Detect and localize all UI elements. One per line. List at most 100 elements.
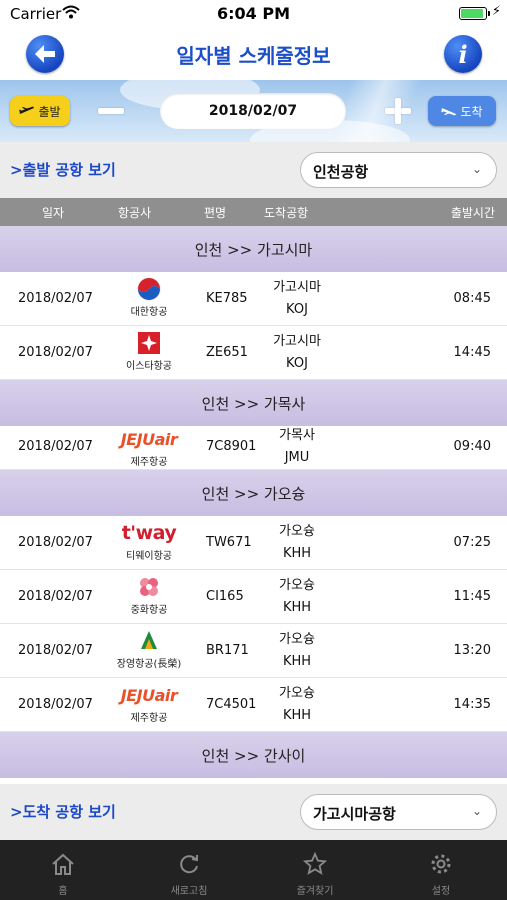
gear-icon — [431, 854, 451, 874]
tway-logo-icon: t'way — [121, 522, 177, 544]
flight-row[interactable]: 2018/02/07 장영항공(長榮) BR171 가오슝 KHH 13:20 — [0, 624, 507, 678]
flight-row[interactable]: 2018/02/07 중화항공 CI165 가오슝 KHH 11:45 — [0, 570, 507, 624]
route-group-header: 인천 >> 가오슝 — [0, 470, 507, 516]
flight-list[interactable]: 인천 >> 가고시마 2018/02/07 대한항공 KE785 가고시마 KOJ 08:4… — [0, 226, 507, 780]
flight-number: KE785 — [206, 291, 248, 306]
airline-name: 티웨이항공 — [126, 551, 172, 562]
tab-favorites-label: 즐겨찾기 — [296, 886, 334, 897]
home-icon — [52, 853, 74, 875]
destination-name: 가오슝 — [279, 686, 315, 701]
nav-header: 일자별 스케줄정보 i — [0, 28, 507, 80]
airline-cell: JEJUair 제주항공 — [104, 682, 194, 725]
column-airline: 항공사 — [118, 206, 152, 220]
flight-row[interactable]: JEJUair간사이 — [0, 778, 507, 780]
tab-settings[interactable]: 설정 — [378, 840, 504, 900]
flight-row[interactable]: 2018/02/07 JEJUair 제주항공 7C8901 가목사 JMU 09:40 — [0, 426, 507, 470]
chevron-down-icon: ⌄ — [471, 162, 482, 176]
battery-icon — [459, 7, 487, 20]
destination-cell: 가고시마 KOJ — [252, 331, 342, 375]
tab-home[interactable]: 홈 — [0, 840, 126, 900]
airline-cell: JEJUair 제주항공 — [104, 426, 194, 469]
column-date: 일자 — [42, 206, 65, 220]
info-button[interactable]: i — [444, 35, 482, 73]
flight-date: 2018/02/07 — [18, 439, 93, 454]
arrival-airport-value: 가고시마공항 — [313, 805, 396, 823]
airline-name: 대한항공 — [130, 307, 168, 318]
departure-airport-row: >출발 공항 보기 인천공항 ⌄ — [0, 142, 507, 198]
route-group-header: 인천 >> 간사이 — [0, 732, 507, 778]
destination-name: 가오슝 — [279, 578, 315, 593]
arrival-airport-select[interactable]: 가고시마공항 ⌄ — [300, 794, 497, 830]
departure-airport-select[interactable]: 인천공항 ⌄ — [300, 152, 497, 188]
flight-row[interactable]: 2018/02/07 t'way 티웨이항공 TW671 가오슝 KHH 07:25 — [0, 516, 507, 570]
destination-cell: 가오슝 KHH — [252, 629, 342, 673]
destination-code: KOJ — [286, 302, 308, 317]
status-bar: Carrier 6:04 PM ⚡ — [0, 0, 507, 28]
charging-icon: ⚡ — [491, 4, 501, 19]
destination-name: 가오슝 — [279, 524, 315, 539]
destination-code: KHH — [282, 546, 312, 561]
info-icon: i — [458, 39, 468, 69]
route-group-header: 인천 >> 가목사 — [0, 380, 507, 426]
plus-icon-vertical — [395, 98, 401, 124]
next-day-button[interactable] — [382, 95, 414, 127]
landing-icon — [441, 108, 457, 116]
flight-number: CI165 — [206, 589, 244, 604]
flight-date: 2018/02/07 — [18, 345, 93, 360]
previous-day-button[interactable] — [96, 97, 126, 125]
battery-tip — [488, 11, 490, 16]
flight-number: 7C8901 — [206, 439, 257, 454]
route-group-header: 인천 >> 가고시마 — [0, 226, 507, 272]
page-title: 일자별 스케줄정보 — [176, 44, 331, 68]
flight-row[interactable]: 2018/02/07 JEJUair 제주항공 7C4501 가오슝 KHH 14:35 — [0, 678, 507, 732]
flight-number: BR171 — [206, 643, 249, 658]
takeoff-icon — [19, 106, 35, 114]
tab-refresh-label: 새로고침 — [170, 886, 208, 897]
airline-cell: 이스타항공 — [104, 330, 194, 372]
clock: 6:04 PM — [216, 4, 290, 23]
refresh-icon — [180, 855, 198, 874]
tab-favorites[interactable]: 즐겨찾기 — [252, 840, 378, 900]
jejuair-logo-icon: JEJUair — [120, 685, 178, 705]
china-airlines-logo-icon — [140, 578, 158, 596]
depart-label: 출발 — [38, 104, 61, 119]
flight-number: 7C4501 — [206, 697, 257, 712]
date-banner: 출발 2018/02/07 도착 — [0, 80, 507, 142]
airline-cell: t'way 티웨이항공 — [104, 520, 194, 562]
destination-cell: 가목사 JMU — [252, 425, 342, 469]
destination-name: 가오슝 — [279, 632, 315, 647]
flight-date: 2018/02/07 — [18, 291, 93, 306]
departure-time: 09:40 — [453, 439, 491, 454]
departure-time: 14:35 — [453, 697, 491, 712]
departure-time: 13:20 — [453, 643, 491, 658]
column-arrival: 도착공항 — [264, 206, 309, 220]
departure-time: 07:25 — [453, 535, 491, 550]
destination-code: KHH — [282, 600, 312, 615]
destination-cell: 가오슝 KHH — [252, 683, 342, 727]
eastar-logo-icon — [138, 332, 160, 354]
destination-code: KHH — [282, 654, 312, 669]
airline-cell: 장영항공(長榮) — [104, 628, 194, 670]
tab-bar: 홈 새로고침 즐겨찾기 설정 — [0, 840, 507, 900]
flight-date: 2018/02/07 — [18, 535, 93, 550]
depart-button[interactable]: 출발 — [10, 96, 70, 126]
arrive-button[interactable]: 도착 — [428, 96, 496, 126]
flight-row[interactable]: 2018/02/07 대한항공 KE785 가고시마 KOJ 08:45 — [0, 272, 507, 326]
column-flight: 편명 — [204, 206, 227, 220]
flight-date: 2018/02/07 — [18, 589, 93, 604]
tab-home-label: 홈 — [58, 886, 68, 897]
tab-refresh[interactable]: 새로고침 — [126, 840, 252, 900]
destination-name: 가고시마 — [273, 334, 321, 349]
flight-row[interactable]: 2018/02/07 이스타항공 ZE651 가고시마 KOJ 14:45 — [0, 326, 507, 380]
destination-code: JMU — [284, 450, 310, 465]
flight-number: ZE651 — [206, 345, 248, 360]
jejuair-logo-icon: JEJUair — [120, 429, 178, 449]
departure-airport-label[interactable]: >출발 공항 보기 — [10, 159, 116, 180]
arrival-airport-label[interactable]: >도착 공항 보기 — [10, 801, 116, 822]
departure-time: 11:45 — [453, 589, 491, 604]
minus-icon — [98, 108, 124, 114]
eva-air-logo-icon — [141, 631, 157, 649]
tab-settings-label: 설정 — [431, 886, 451, 897]
destination-name: 가목사 — [279, 428, 315, 443]
date-display[interactable]: 2018/02/07 — [160, 93, 346, 129]
